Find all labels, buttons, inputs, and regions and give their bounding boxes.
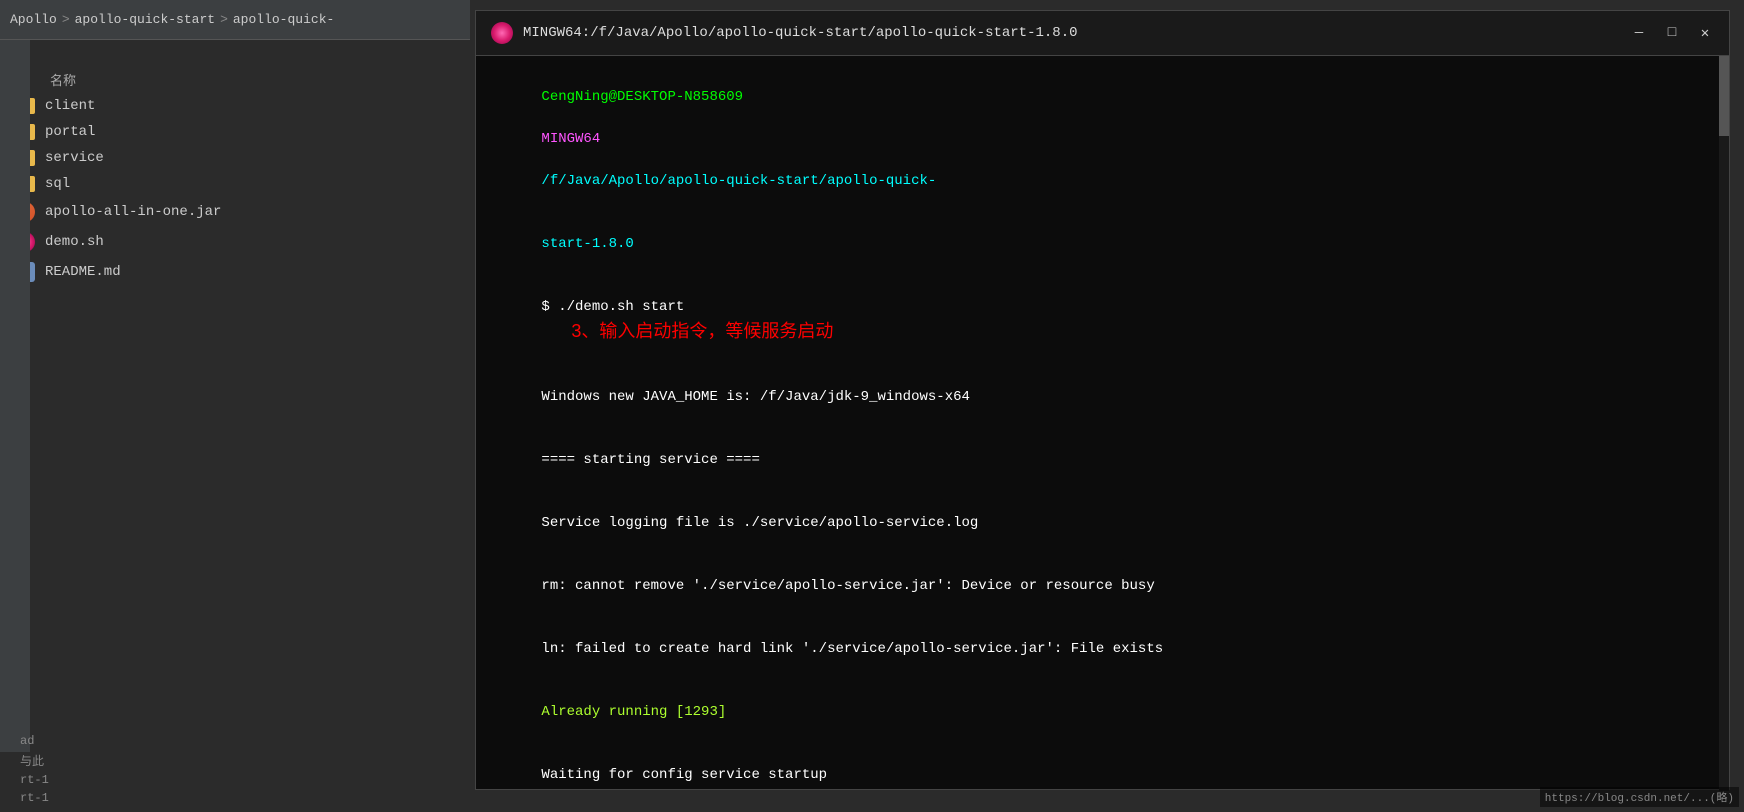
terminal-line-cmd: $ ./demo.sh start 3、输入启动指令，等候服务启动: [491, 276, 1714, 366]
breadcrumb-version[interactable]: apollo-quick-: [233, 12, 334, 27]
file-item-demo[interactable]: demo.sh: [0, 227, 470, 257]
service-log-text: Service logging file is ./service/apollo…: [541, 515, 978, 531]
cmd-text: $ ./demo.sh start: [541, 299, 684, 315]
terminal-body: CengNing@DESKTOP-N858609 MINGW64 /f/Java…: [476, 56, 1729, 791]
starting-service-text: ==== starting service ====: [541, 452, 759, 468]
rm-service-text: rm: cannot remove './service/apollo-serv…: [541, 578, 1154, 594]
breadcrumb-sep-2: >: [220, 12, 228, 27]
maximize-button[interactable]: □: [1663, 24, 1681, 42]
terminal-titlebar: MINGW64:/f/Java/Apollo/apollo-quick-star…: [476, 11, 1729, 56]
file-item-readme[interactable]: M↓ README.md: [0, 257, 470, 287]
terminal-scrollbar[interactable]: [1719, 56, 1729, 791]
terminal-controls: — □ ✕: [1630, 24, 1714, 42]
terminal-scrollbar-thumb[interactable]: [1719, 56, 1729, 136]
terminal-title: MINGW64:/f/Java/Apollo/apollo-quick-star…: [523, 25, 1630, 41]
file-item-client[interactable]: client: [0, 93, 470, 119]
terminal-line-prompt-start: CengNing@DESKTOP-N858609 MINGW64 /f/Java…: [491, 66, 1714, 213]
terminal-line-path-cont: start-1.8.0: [491, 213, 1714, 276]
terminal-line-service-log: Service logging file is ./service/apollo…: [491, 492, 1714, 555]
terminal-window: MINGW64:/f/Java/Apollo/apollo-quick-star…: [475, 10, 1730, 790]
file-name-service: service: [45, 150, 104, 166]
file-tree-header-row: [0, 50, 470, 66]
terminal-line-ln-service: ln: failed to create hard link './servic…: [491, 618, 1714, 681]
prompt-space2: [541, 152, 549, 168]
terminal-line-starting-service: ==== starting service ====: [491, 429, 1714, 492]
bottom-label-ad: ad: [5, 732, 465, 750]
file-name-sql: sql: [45, 176, 70, 192]
ln-service-text: ln: failed to create hard link './servic…: [541, 641, 1163, 657]
sidebar-strip: [0, 40, 30, 812]
prompt-env: MINGW64: [541, 131, 600, 147]
file-name-client: client: [45, 98, 95, 114]
file-item-portal[interactable]: portal: [0, 119, 470, 145]
breadcrumb: Apollo > apollo-quick-start > apollo-qui…: [0, 0, 470, 40]
file-item-sql[interactable]: sql: [0, 171, 470, 197]
column-header-name: 名称: [0, 66, 470, 93]
terminal-line-waiting-config: Waiting for config service startup: [491, 744, 1714, 791]
prompt-path-cont: start-1.8.0: [541, 236, 633, 252]
file-name-demo: demo.sh: [45, 234, 104, 250]
bottom-labels: ad 与此 rt-1 rt-1: [0, 752, 470, 812]
watermark: https://blog.csdn.net/...(略): [1540, 787, 1739, 807]
minimize-button[interactable]: —: [1630, 24, 1648, 42]
file-explorer: Apollo > apollo-quick-start > apollo-qui…: [0, 0, 470, 812]
terminal-line-rm-service: rm: cannot remove './service/apollo-serv…: [491, 555, 1714, 618]
breadcrumb-sep-1: >: [62, 12, 70, 27]
prompt-user: CengNing@DESKTOP-N858609: [541, 89, 743, 105]
bottom-label-rt1b: rt-1: [5, 789, 465, 807]
file-item-service[interactable]: service: [0, 145, 470, 171]
bottom-label-rt1a: rt-1: [5, 771, 465, 789]
breadcrumb-quick-start[interactable]: apollo-quick-start: [75, 12, 215, 27]
file-item-jar[interactable]: ☕ apollo-all-in-one.jar: [0, 197, 470, 227]
already-running-1293: Already running [1293]: [541, 704, 726, 720]
terminal-line-java-home: Windows new JAVA_HOME is: /f/Java/jdk-9_…: [491, 366, 1714, 429]
terminal-line-already-1293: Already running [1293]: [491, 681, 1714, 744]
close-button[interactable]: ✕: [1696, 24, 1714, 42]
waiting-config-text: Waiting for config service startup: [541, 767, 827, 783]
bottom-label-context: 与此: [5, 750, 465, 771]
java-home-text: Windows new JAVA_HOME is: /f/Java/jdk-9_…: [541, 389, 969, 405]
file-tree: 名称 client portal service sql ☕ apollo-al…: [0, 40, 470, 297]
file-name-jar: apollo-all-in-one.jar: [45, 204, 221, 220]
terminal-app-icon: [491, 22, 513, 44]
prompt-path-start: /f/Java/Apollo/apollo-quick-start/apollo…: [541, 173, 936, 189]
breadcrumb-apollo[interactable]: Apollo: [10, 12, 57, 27]
prompt-space: [541, 110, 549, 126]
annotation-start: 3、输入启动指令，等候服务启动: [571, 321, 833, 341]
file-name-readme: README.md: [45, 264, 121, 280]
file-name-portal: portal: [45, 124, 95, 140]
